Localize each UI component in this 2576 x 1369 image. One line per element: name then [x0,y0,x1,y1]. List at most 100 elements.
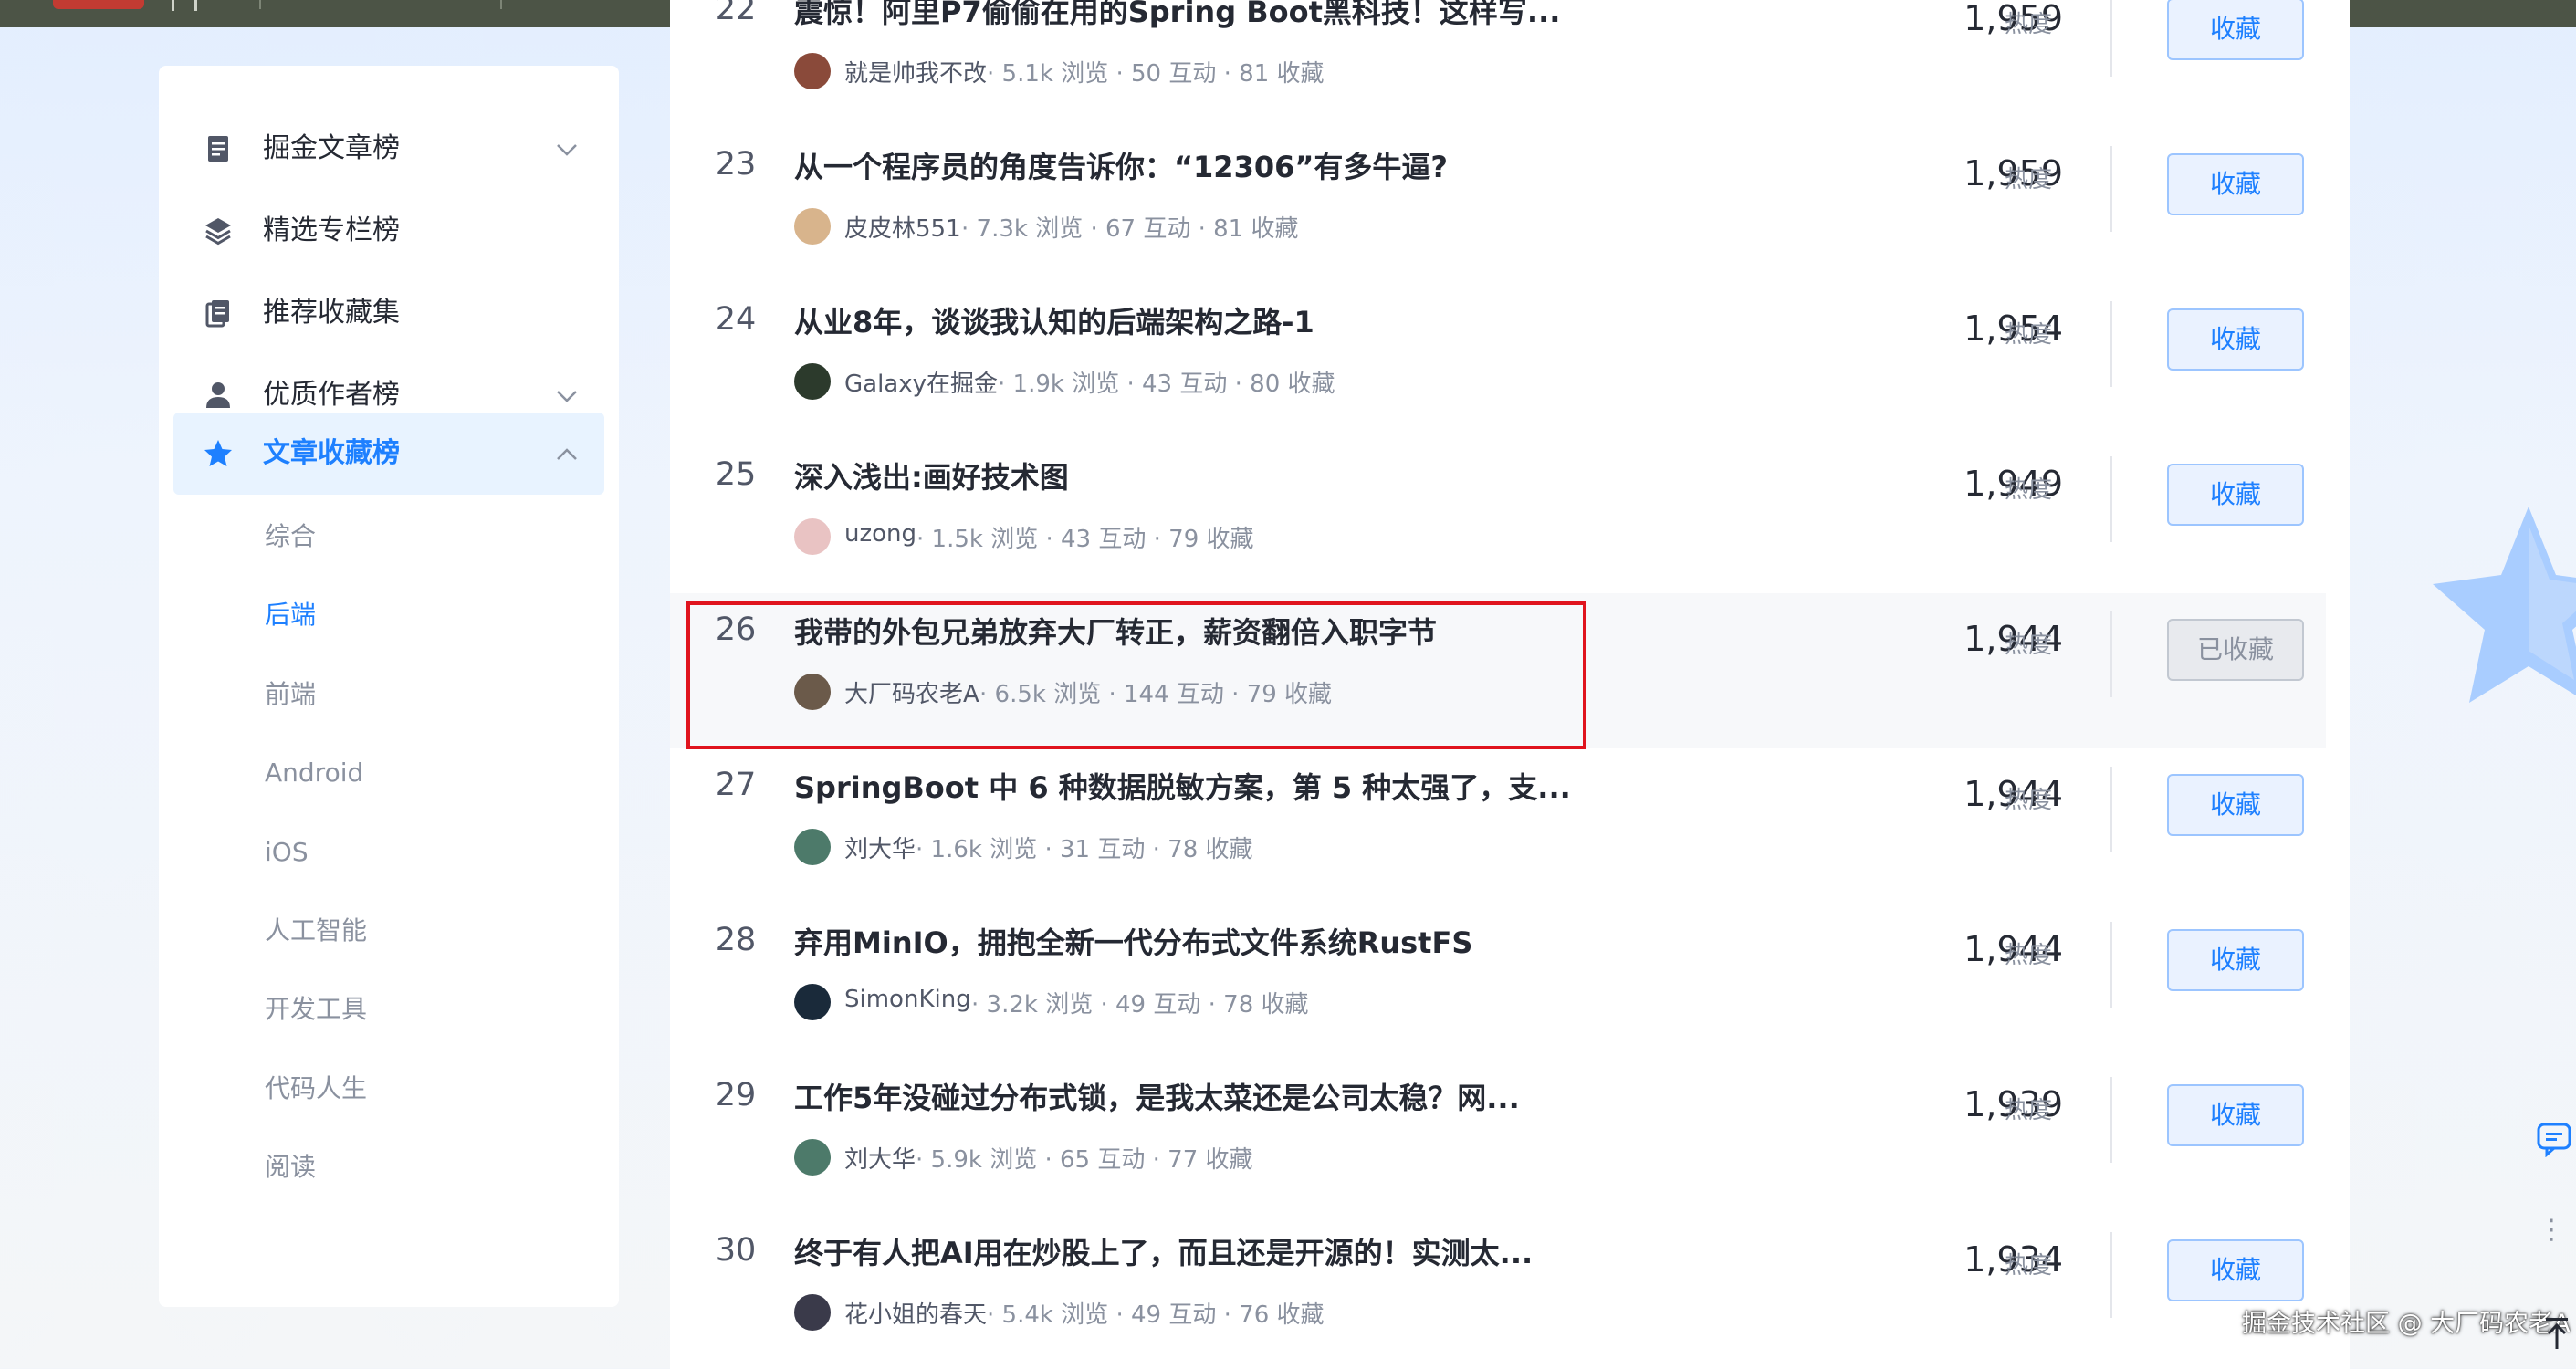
collected-button[interactable]: 已收藏 [2167,619,2304,681]
interactions-count: 67 互动 [1105,215,1191,243]
collect-button[interactable]: 收藏 [2167,153,2304,215]
article-rank: 29 [715,1077,757,1113]
avatar[interactable] [794,1139,831,1176]
collects-count: 79 收藏 [1246,681,1333,708]
sub-item-backend[interactable]: 后端 [265,588,316,643]
article-row[interactable]: 30 终于有人把AI用在炒股上了，而且还是开源的！实测太... 花小姐的春天 · 5… [670,1214,2326,1369]
article-rank: 23 [715,146,757,183]
avatar[interactable] [794,829,831,865]
article-author[interactable]: 刘大华 [844,1141,916,1175]
interactions-count: 49 互动 [1115,991,1201,1019]
interactions-count: 144 互动 [1124,681,1224,708]
sidebar-item-column-rank[interactable]: 精选专栏榜 [173,190,604,272]
collect-button[interactable]: 收藏 [2167,464,2304,526]
collect-button[interactable]: 收藏 [2167,774,2304,836]
collects-count: 80 收藏 [1250,371,1335,398]
sub-item-ios[interactable]: iOS [265,825,309,880]
avatar[interactable] [794,674,831,710]
divider [2110,301,2112,387]
feedback-icon[interactable] [2536,1121,2572,1157]
sidebar: 掘金文章榜 精选专栏榜 推荐收藏集 优质作者榜 文章收藏榜 综合 后端 前端 A… [159,66,619,1307]
sub-item-android[interactable]: Android [265,746,363,800]
avatar[interactable] [794,53,831,89]
article-author[interactable]: uzong [844,520,916,548]
article-title[interactable]: 深入浅出:画好技术图 [794,455,1670,496]
article-title[interactable]: 工作5年没碰过分布式锁，是我太菜还是公司太稳？网... [794,1075,1670,1117]
article-author[interactable]: 花小姐的春天 [844,1296,987,1330]
article-title[interactable]: 弃用MinIO，拥抱全新一代分布式文件系统RustFS [794,920,1670,962]
divider [2110,0,2112,77]
collects-count: 76 收藏 [1239,1301,1325,1329]
sub-item-all[interactable]: 综合 [265,509,316,564]
article-author[interactable]: SimonKing [844,986,971,1013]
collect-button[interactable]: 收藏 [2167,308,2304,371]
sub-item-frontend[interactable]: 前端 [265,667,316,722]
article-title[interactable]: SpringBoot 中 6 种数据脱敏方案，第 5 种太强了，支... [794,765,1670,807]
collect-button[interactable]: 收藏 [2167,1084,2304,1146]
article-row[interactable]: 23 从一个程序员的角度告诉你：“12306”有多牛逼? 皮皮林551 · 7.3k… [670,128,2326,283]
collect-button[interactable]: 收藏 [2167,929,2304,991]
article-author[interactable]: 皮皮林551 [844,210,961,244]
apps-icon[interactable] [172,0,197,11]
toolbar-divider [259,0,261,9]
divider [2110,1232,2112,1318]
article-stats: · 5.9k 浏览 · 65 互动 · 77 收藏 [916,1146,1253,1174]
sub-item-reading[interactable]: 阅读 [265,1140,316,1195]
collects-count: 79 收藏 [1168,526,1254,553]
article-stats: · 5.4k 浏览 · 49 互动 · 76 收藏 [987,1301,1325,1329]
article-stats: · 1.6k 浏览 · 31 互动 · 78 收藏 [916,836,1253,863]
heat-unit: 热度 [2005,942,2053,969]
article-title[interactable]: 从一个程序员的角度告诉你：“12306”有多牛逼? [794,144,1670,186]
heat-unit: 热度 [2005,321,2053,349]
divider [2110,611,2112,697]
article-row[interactable]: 27 SpringBoot 中 6 种数据脱敏方案，第 5 种太强了，支... 刘大… [670,748,2326,904]
collects-count: 78 收藏 [1223,991,1309,1019]
article-row[interactable]: 25 深入浅出:画好技术图 uzong · 1.5k 浏览 · 43 互动 · 79… [670,438,2326,593]
divider [2110,922,2112,1008]
article-title[interactable]: 我带的外包兄弟放弃大厂转正，薪资翻倍入职字节 [794,610,1670,652]
heat-unit: 热度 [2005,1097,2053,1124]
article-title[interactable]: 终于有人把AI用在炒股上了，而且还是开源的！实测太... [794,1230,1670,1272]
views-count: 7.3k 浏览 [976,215,1084,243]
chevron-down-icon [557,144,577,156]
avatar[interactable] [794,363,831,400]
interactions-count: 49 互动 [1131,1301,1217,1329]
collect-button[interactable]: 收藏 [2167,1239,2304,1301]
avatar[interactable] [794,208,831,245]
article-stats: · 5.1k 浏览 · 50 互动 · 81 收藏 [987,60,1325,88]
article-author[interactable]: Galaxy在掘金 [844,365,998,399]
article-rank: 27 [715,767,757,803]
sidebar-item-collections[interactable]: 推荐收藏集 [173,272,604,354]
article-row[interactable]: 26 我带的外包兄弟放弃大厂转正，薪资翻倍入职字节 大厂码农老A · 6.5k 浏览… [670,593,2326,748]
article-rank: 25 [715,456,757,493]
toolbar-divider [500,0,502,9]
sub-item-code-life[interactable]: 代码人生 [265,1061,367,1116]
avatar[interactable] [794,1294,831,1331]
divider [2110,456,2112,542]
heat-unit: 热度 [2005,632,2053,659]
tab-indicator [53,0,144,9]
document-icon [208,136,228,162]
article-author[interactable]: 就是帅我不改 [844,55,987,89]
sidebar-item-collect-rank[interactable]: 文章收藏榜 [173,413,604,495]
article-row[interactable]: 29 工作5年没碰过分布式锁，是我太菜还是公司太稳？网... 刘大华 · 5.9k … [670,1059,2326,1214]
article-title[interactable]: 从业8年，谈谈我认知的后端架构之路-1 [794,299,1670,341]
article-author[interactable]: 大厂码农老A [844,675,979,709]
avatar[interactable] [794,984,831,1020]
article-row[interactable]: 28 弃用MinIO，拥抱全新一代分布式文件系统RustFS SimonKing ·… [670,904,2326,1059]
interactions-count: 50 互动 [1131,60,1217,88]
sub-item-ai[interactable]: 人工智能 [265,904,367,958]
back-to-top-icon[interactable] [2543,1314,2571,1351]
sub-item-devtools[interactable]: 开发工具 [265,982,367,1037]
collects-count: 78 收藏 [1168,836,1253,863]
more-icon[interactable]: ⋮ [2538,1214,2567,1246]
article-author[interactable]: 刘大华 [844,831,916,864]
article-row[interactable]: 22 震惊！阿里P7偷偷在用的Spring Boot黑科技！这样写... 就是帅我不… [670,0,2326,128]
decorative-star-icon [2433,507,2576,703]
article-title[interactable]: 震惊！阿里P7偷偷在用的Spring Boot黑科技！这样写... [794,0,1670,31]
sidebar-item-article-rank[interactable]: 掘金文章榜 [173,108,604,190]
collect-button[interactable]: 收藏 [2167,0,2304,60]
heat-unit: 热度 [2005,11,2053,38]
article-row[interactable]: 24 从业8年，谈谈我认知的后端架构之路-1 Galaxy在掘金 · 1.9k 浏览… [670,283,2326,438]
avatar[interactable] [794,518,831,555]
